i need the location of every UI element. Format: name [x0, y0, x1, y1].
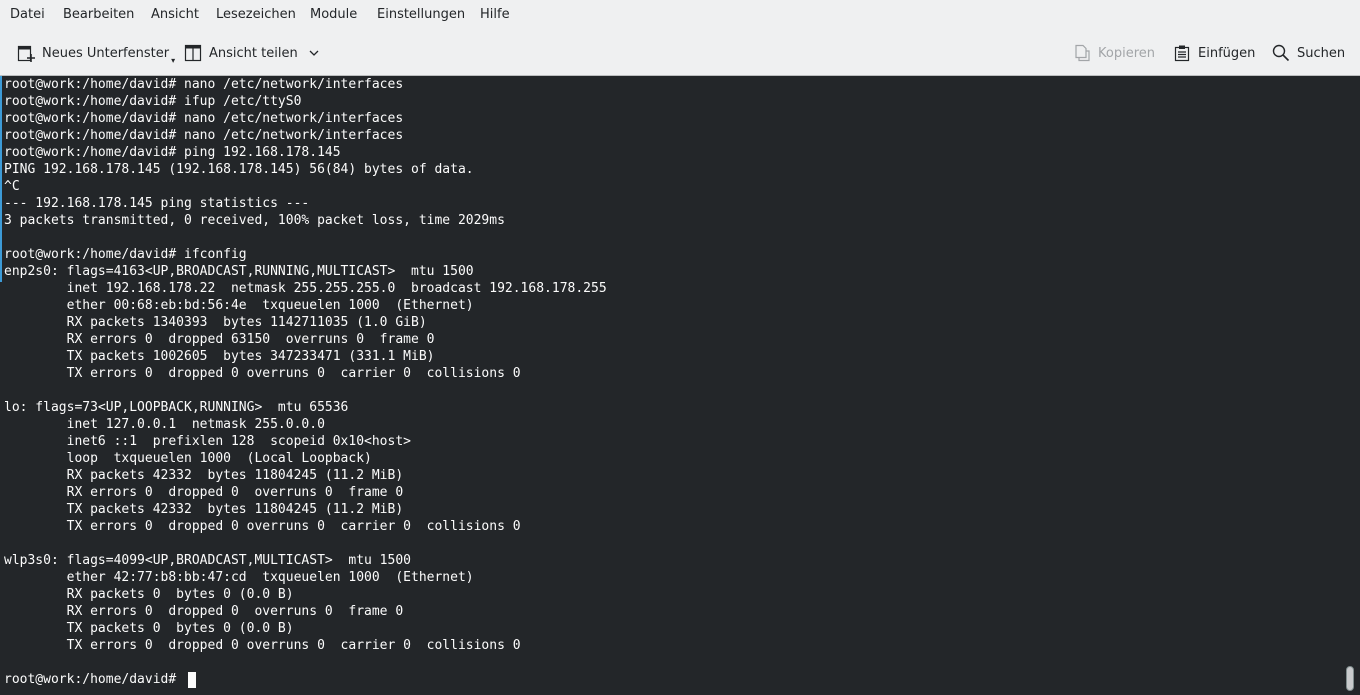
terminal-line: ^C: [4, 179, 20, 194]
menu-plugins[interactable]: Module: [310, 7, 357, 22]
terminal-line: RX errors 0 dropped 63150 overruns 0 fra…: [4, 332, 435, 347]
terminal-line: RX errors 0 dropped 0 overruns 0 frame 0: [4, 485, 404, 500]
menu-bar: Datei Bearbeiten Ansicht Lesezeichen Mod…: [0, 0, 1360, 30]
selection-mark-bar: [0, 76, 2, 282]
search-button[interactable]: Suchen: [1271, 34, 1345, 72]
window-chrome: Datei Bearbeiten Ansicht Lesezeichen Mod…: [0, 0, 1360, 76]
menu-view[interactable]: Ansicht: [151, 7, 199, 22]
split-view-button[interactable]: Ansicht teilen: [183, 34, 320, 72]
terminal-line: TX errors 0 dropped 0 overruns 0 carrier…: [4, 519, 521, 534]
scrollbar-handle[interactable]: [1346, 666, 1354, 691]
new-tab-label: Neues Unterfenster: [42, 45, 170, 61]
split-view-label: Ansicht teilen: [209, 45, 298, 61]
new-tab-button[interactable]: Neues Unterfenster ▾: [16, 34, 175, 72]
terminal-line: ether 00:68:eb:bd:56:4e txqueuelen 1000 …: [4, 298, 474, 313]
chevron-down-icon[interactable]: [308, 47, 320, 59]
terminal-line: TX packets 0 bytes 0 (0.0 B): [4, 621, 294, 636]
terminal-output: root@work:/home/david# nano /etc/network…: [4, 76, 607, 688]
terminal-line: RX packets 0 bytes 0 (0.0 B): [4, 587, 294, 602]
split-view-icon: [183, 43, 203, 63]
terminal-view[interactable]: root@work:/home/david# nano /etc/network…: [0, 76, 1360, 695]
terminal-line: inet 127.0.0.1 netmask 255.0.0.0: [4, 417, 325, 432]
menu-bookmarks[interactable]: Lesezeichen: [216, 7, 296, 22]
terminal-line: enp2s0: flags=4163<UP,BROADCAST,RUNNING,…: [4, 264, 474, 279]
terminal-line: TX errors 0 dropped 0 overruns 0 carrier…: [4, 638, 521, 653]
terminal-line: --- 192.168.178.145 ping statistics ---: [4, 196, 310, 211]
terminal-line: 3 packets transmitted, 0 received, 100% …: [4, 213, 505, 228]
terminal-line: TX packets 42332 bytes 11804245 (11.2 Mi…: [4, 502, 404, 517]
terminal-line: root@work:/home/david# ping 192.168.178.…: [4, 145, 341, 160]
menu-file[interactable]: Datei: [10, 7, 45, 22]
terminal-line: loop txqueuelen 1000 (Local Loopback): [4, 451, 372, 466]
search-label: Suchen: [1297, 45, 1346, 61]
toolbar: Neues Unterfenster ▾ Ansicht teilen Kopi…: [0, 34, 1360, 72]
copy-icon: [1072, 43, 1092, 63]
menu-help[interactable]: Hilfe: [480, 7, 510, 22]
new-tab-icon: [16, 43, 36, 63]
terminal-line: RX errors 0 dropped 0 overruns 0 frame 0: [4, 604, 404, 619]
menu-edit[interactable]: Bearbeiten: [63, 7, 134, 22]
terminal-line: root@work:/home/david# nano /etc/network…: [4, 111, 404, 126]
terminal-line: TX packets 1002605 bytes 347233471 (331.…: [4, 349, 435, 364]
terminal-line: RX packets 1340393 bytes 1142711035 (1.0…: [4, 315, 427, 330]
terminal-line: root@work:/home/david# ifup /etc/ttyS0: [4, 94, 302, 109]
terminal-line: root@work:/home/david# nano /etc/network…: [4, 128, 404, 143]
terminal-line: root@work:/home/david# ifconfig: [4, 247, 247, 262]
konsole-window: Datei Bearbeiten Ansicht Lesezeichen Mod…: [0, 0, 1360, 695]
terminal-line: ether 42:77:b8:bb:47:cd txqueuelen 1000 …: [4, 570, 474, 585]
terminal-line: inet6 ::1 prefixlen 128 scopeid 0x10<hos…: [4, 434, 411, 449]
paste-label: Einfügen: [1198, 45, 1256, 61]
menu-settings[interactable]: Einstellungen: [377, 7, 465, 22]
terminal-line: lo: flags=73<UP,LOOPBACK,RUNNING> mtu 65…: [4, 400, 349, 415]
terminal-line: RX packets 42332 bytes 11804245 (11.2 Mi…: [4, 468, 404, 483]
terminal-line: root@work:/home/david# nano /etc/network…: [4, 77, 404, 92]
search-icon: [1271, 43, 1291, 63]
terminal-line: PING 192.168.178.145 (192.168.178.145) 5…: [4, 162, 474, 177]
copy-label: Kopieren: [1098, 45, 1155, 61]
new-tab-dropdown-icon[interactable]: ▾: [171, 56, 175, 65]
paste-icon: [1172, 43, 1192, 63]
terminal-line: wlp3s0: flags=4099<UP,BROADCAST,MULTICAS…: [4, 553, 411, 568]
terminal-line: TX errors 0 dropped 0 overruns 0 carrier…: [4, 366, 521, 381]
copy-button[interactable]: Kopieren: [1072, 34, 1155, 72]
paste-button[interactable]: Einfügen: [1172, 34, 1255, 72]
terminal-line: inet 192.168.178.22 netmask 255.255.255.…: [4, 281, 607, 296]
text-cursor: [188, 672, 196, 688]
terminal-prompt-line: root@work:/home/david#: [4, 672, 185, 687]
